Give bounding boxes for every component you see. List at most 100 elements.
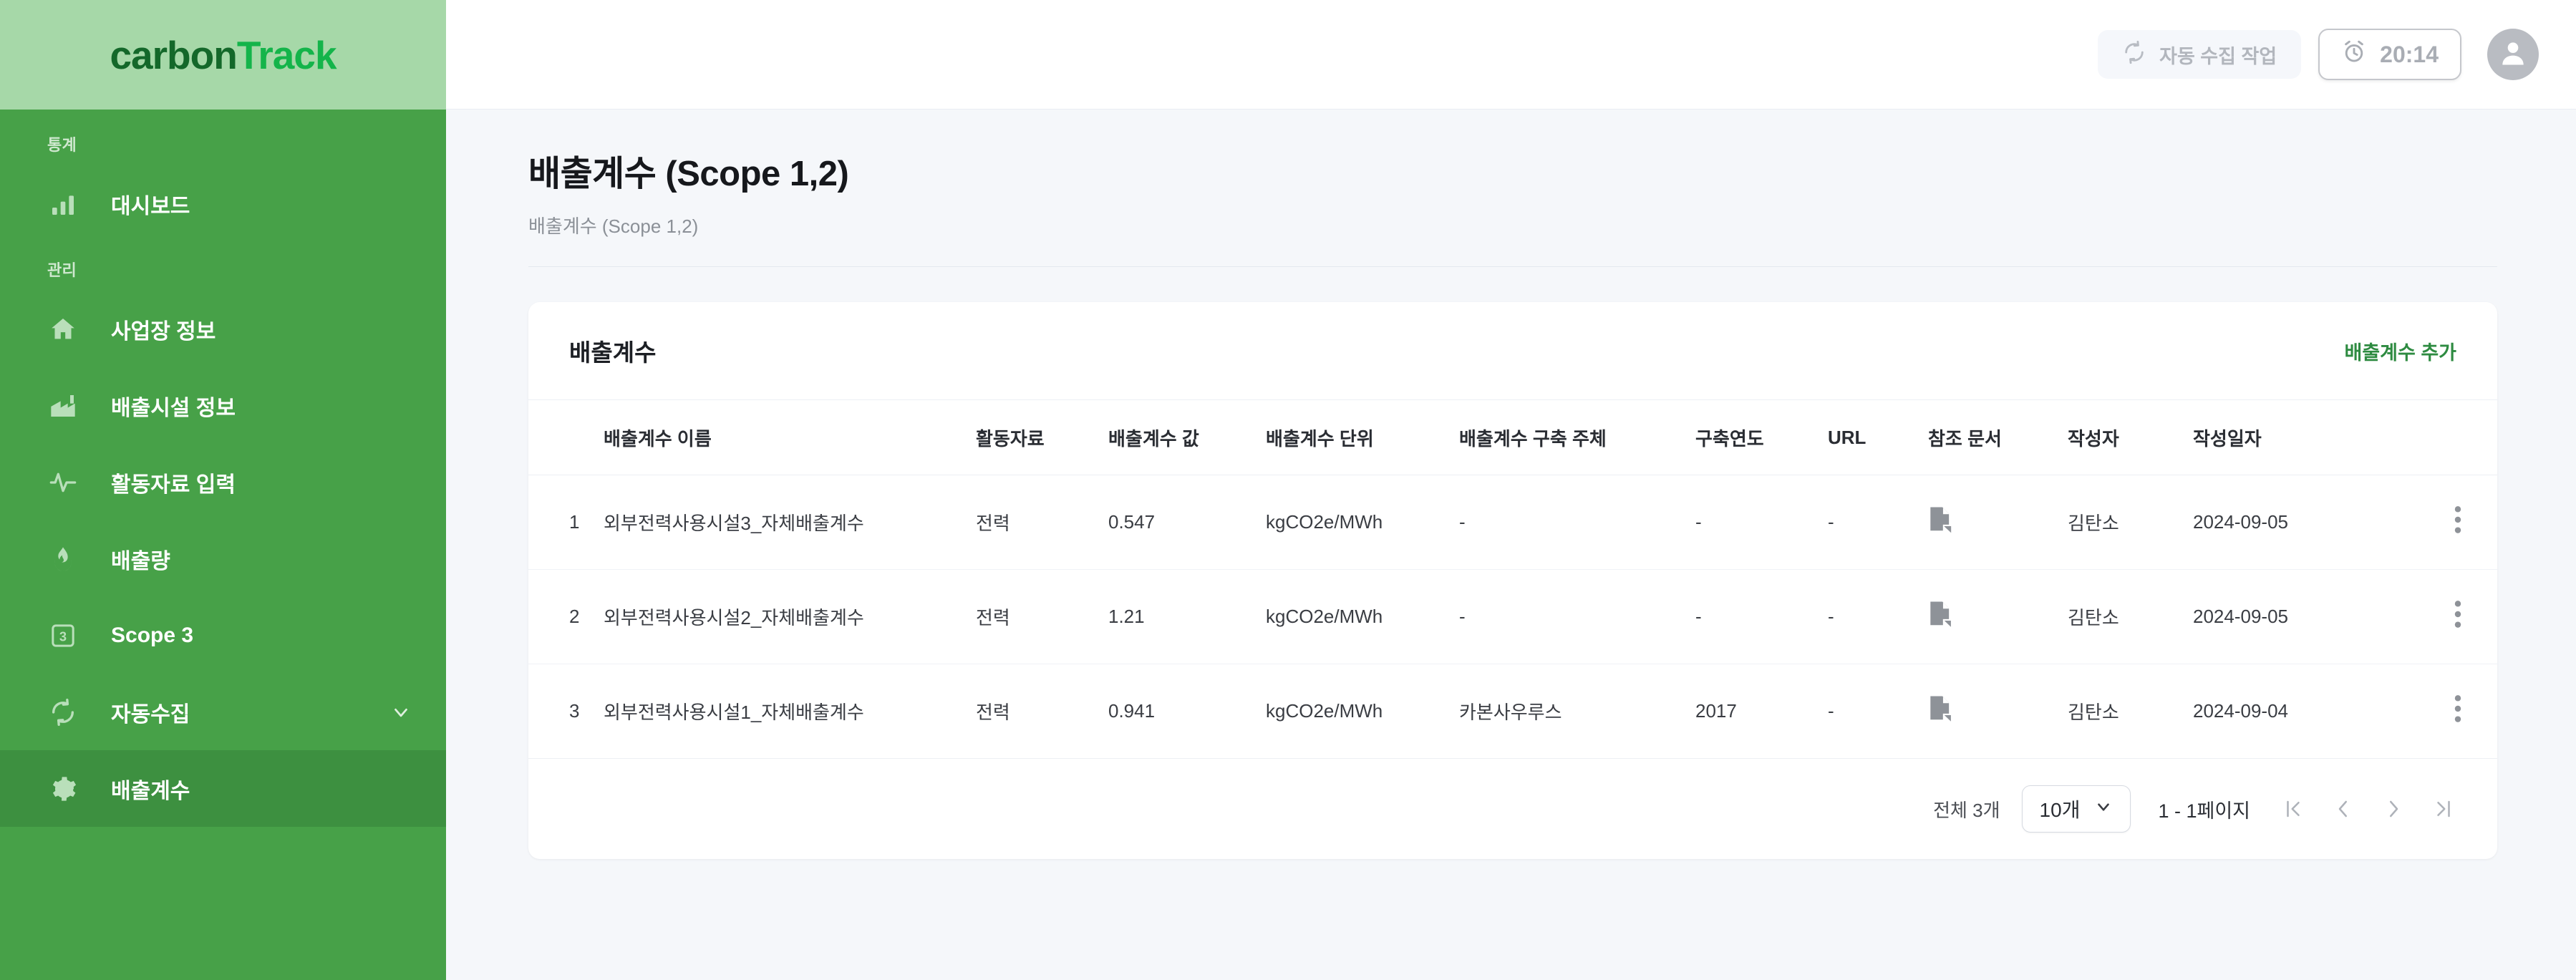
document-icon[interactable] — [1928, 695, 1952, 722]
column-header-org: 배출계수 구축 주체 — [1459, 400, 1695, 475]
column-header-menu — [2401, 400, 2497, 475]
sidebar-item-emission-factor[interactable]: 배출계수 — [0, 750, 446, 827]
cell-value: 1.21 — [1108, 569, 1266, 664]
gear-icon — [47, 773, 79, 805]
cell-url: - — [1828, 569, 1928, 664]
cell-org: - — [1459, 569, 1695, 664]
emission-factor-card: 배출계수 배출계수 추가 배출계수 이름 활동자료 배출계수 값 배출계수 단위… — [528, 302, 2497, 859]
sidebar-section-label-manage: 관리 — [47, 261, 77, 279]
table-row[interactable]: 3 외부전력사용시설1_자체배출계수 전력 0.941 kgCO2e/MWh 카… — [528, 664, 2497, 759]
sidebar-item-site-info[interactable]: 사업장 정보 — [0, 291, 446, 367]
column-header-name: 배출계수 이름 — [604, 400, 976, 475]
sync-icon — [47, 697, 79, 728]
cell-org: 카본사우루스 — [1459, 664, 1695, 759]
sidebar-item-auto-collect[interactable]: 자동수집 — [0, 674, 446, 750]
cell-author: 김탄소 — [2068, 664, 2193, 759]
auto-collect-job-button[interactable]: 자동 수집 작업 — [2098, 30, 2302, 79]
cell-name: 외부전력사용시설1_자체배출계수 — [604, 664, 976, 759]
cell-document — [1928, 475, 2068, 570]
cell-year: - — [1695, 475, 1828, 570]
table-row[interactable]: 1 외부전력사용시설3_자체배출계수 전력 0.547 kgCO2e/MWh -… — [528, 475, 2497, 570]
cell-unit: kgCO2e/MWh — [1266, 664, 1459, 759]
main-area: 자동 수집 작업 20:14 배출계수 (Scope 1,2) 배출계수 (Sc… — [446, 0, 2576, 980]
cell-menu — [2401, 664, 2497, 759]
session-timer-value: 20:14 — [2380, 41, 2439, 67]
sidebar-item-activity-input[interactable]: 활동자료 입력 — [0, 444, 446, 520]
card-title: 배출계수 — [569, 339, 657, 366]
auto-collect-job-label: 자동 수집 작업 — [2159, 45, 2277, 67]
kebab-menu-icon[interactable] — [2454, 693, 2462, 724]
pagination: 전체 3개 10개 1 - 1페이지 — [528, 759, 2497, 859]
cell-date: 2024-09-05 — [2193, 475, 2401, 570]
kebab-menu-icon[interactable] — [2454, 598, 2462, 630]
page-content: 배출계수 (Scope 1,2) 배출계수 (Scope 1,2) 배출계수 배… — [446, 110, 2576, 980]
cell-document — [1928, 569, 2068, 664]
first-page-button[interactable] — [2280, 793, 2306, 825]
total-count-label: 전체 3개 — [1933, 799, 2000, 821]
column-header-date: 작성일자 — [2193, 400, 2401, 475]
avatar[interactable] — [2487, 29, 2539, 80]
cell-document — [1928, 664, 2068, 759]
activity-icon — [47, 467, 79, 498]
cell-date: 2024-09-04 — [2193, 664, 2401, 759]
cell-unit: kgCO2e/MWh — [1266, 569, 1459, 664]
sync-icon — [2122, 40, 2146, 69]
cell-url: - — [1828, 475, 1928, 570]
topbar: 자동 수집 작업 20:14 — [446, 0, 2576, 110]
page-title: 배출계수 (Scope 1,2) — [528, 155, 849, 193]
cell-index: 1 — [528, 475, 604, 570]
table-header-row: 배출계수 이름 활동자료 배출계수 값 배출계수 단위 배출계수 구축 주체 구… — [528, 400, 2497, 475]
sidebar-section-label-stats: 통계 — [47, 136, 77, 154]
cell-unit: kgCO2e/MWh — [1266, 475, 1459, 570]
home-icon — [47, 314, 79, 345]
chevron-down-icon[interactable] — [390, 702, 412, 723]
cell-date: 2024-09-05 — [2193, 569, 2401, 664]
sidebar-item-facility-info[interactable]: 배출시설 정보 — [0, 367, 446, 444]
cell-url: - — [1828, 664, 1928, 759]
cell-value: 0.547 — [1108, 475, 1266, 570]
chevron-down-icon — [2094, 797, 2113, 821]
page-size-value: 10개 — [2039, 799, 2081, 821]
emission-factor-table: 배출계수 이름 활동자료 배출계수 값 배출계수 단위 배출계수 구축 주체 구… — [528, 400, 2497, 759]
factory-icon — [47, 390, 79, 422]
brand-text-part2: Track — [236, 32, 337, 77]
table-head: 배출계수 이름 활동자료 배출계수 값 배출계수 단위 배출계수 구축 주체 구… — [528, 400, 2497, 475]
cell-index: 2 — [528, 569, 604, 664]
page-range-label: 1 - 1페이지 — [2158, 800, 2250, 822]
page-size-select[interactable]: 10개 — [2021, 785, 2131, 833]
cell-name: 외부전력사용시설2_자체배출계수 — [604, 569, 976, 664]
app-root: carbonTrack 통계 대시보드 관리 사업장 정보 배출시설 정보 활동… — [0, 0, 2576, 980]
add-emission-factor-button[interactable]: 배출계수 추가 — [2344, 337, 2456, 365]
document-icon[interactable] — [1928, 506, 1952, 533]
flame-icon — [47, 543, 79, 575]
user-avatar-icon — [2497, 37, 2529, 72]
cell-org: - — [1459, 475, 1695, 570]
kebab-menu-icon[interactable] — [2454, 504, 2462, 535]
cell-activity: 전력 — [976, 475, 1108, 570]
table-row[interactable]: 2 외부전력사용시설2_자체배출계수 전력 1.21 kgCO2e/MWh - … — [528, 569, 2497, 664]
cell-menu — [2401, 475, 2497, 570]
next-page-button[interactable] — [2381, 793, 2406, 825]
document-icon[interactable] — [1928, 601, 1952, 628]
session-timer-chip[interactable]: 20:14 — [2318, 29, 2461, 80]
cell-activity: 전력 — [976, 569, 1108, 664]
cell-author: 김탄소 — [2068, 569, 2193, 664]
cell-year: - — [1695, 569, 1828, 664]
prev-page-button[interactable] — [2330, 793, 2356, 825]
column-header-unit: 배출계수 단위 — [1266, 400, 1459, 475]
sidebar-item-emissions[interactable]: 배출량 — [0, 520, 446, 597]
sidebar-item-label: 사업장 정보 — [111, 319, 216, 344]
page-subtitle: 배출계수 (Scope 1,2) — [528, 215, 699, 237]
last-page-button[interactable] — [2431, 793, 2456, 825]
column-header-author: 작성자 — [2068, 400, 2193, 475]
cell-index: 3 — [528, 664, 604, 759]
sidebar-item-scope3[interactable]: 3 Scope 3 — [0, 597, 446, 674]
column-header-url: URL — [1828, 400, 1928, 475]
pager-buttons — [2280, 793, 2456, 825]
cell-value: 0.941 — [1108, 664, 1266, 759]
cell-author: 김탄소 — [2068, 475, 2193, 570]
alarm-clock-icon — [2341, 39, 2367, 70]
sidebar-item-dashboard[interactable]: 대시보드 — [0, 165, 446, 242]
title-divider — [528, 266, 2497, 267]
brand-logo[interactable]: carbonTrack — [0, 0, 446, 110]
